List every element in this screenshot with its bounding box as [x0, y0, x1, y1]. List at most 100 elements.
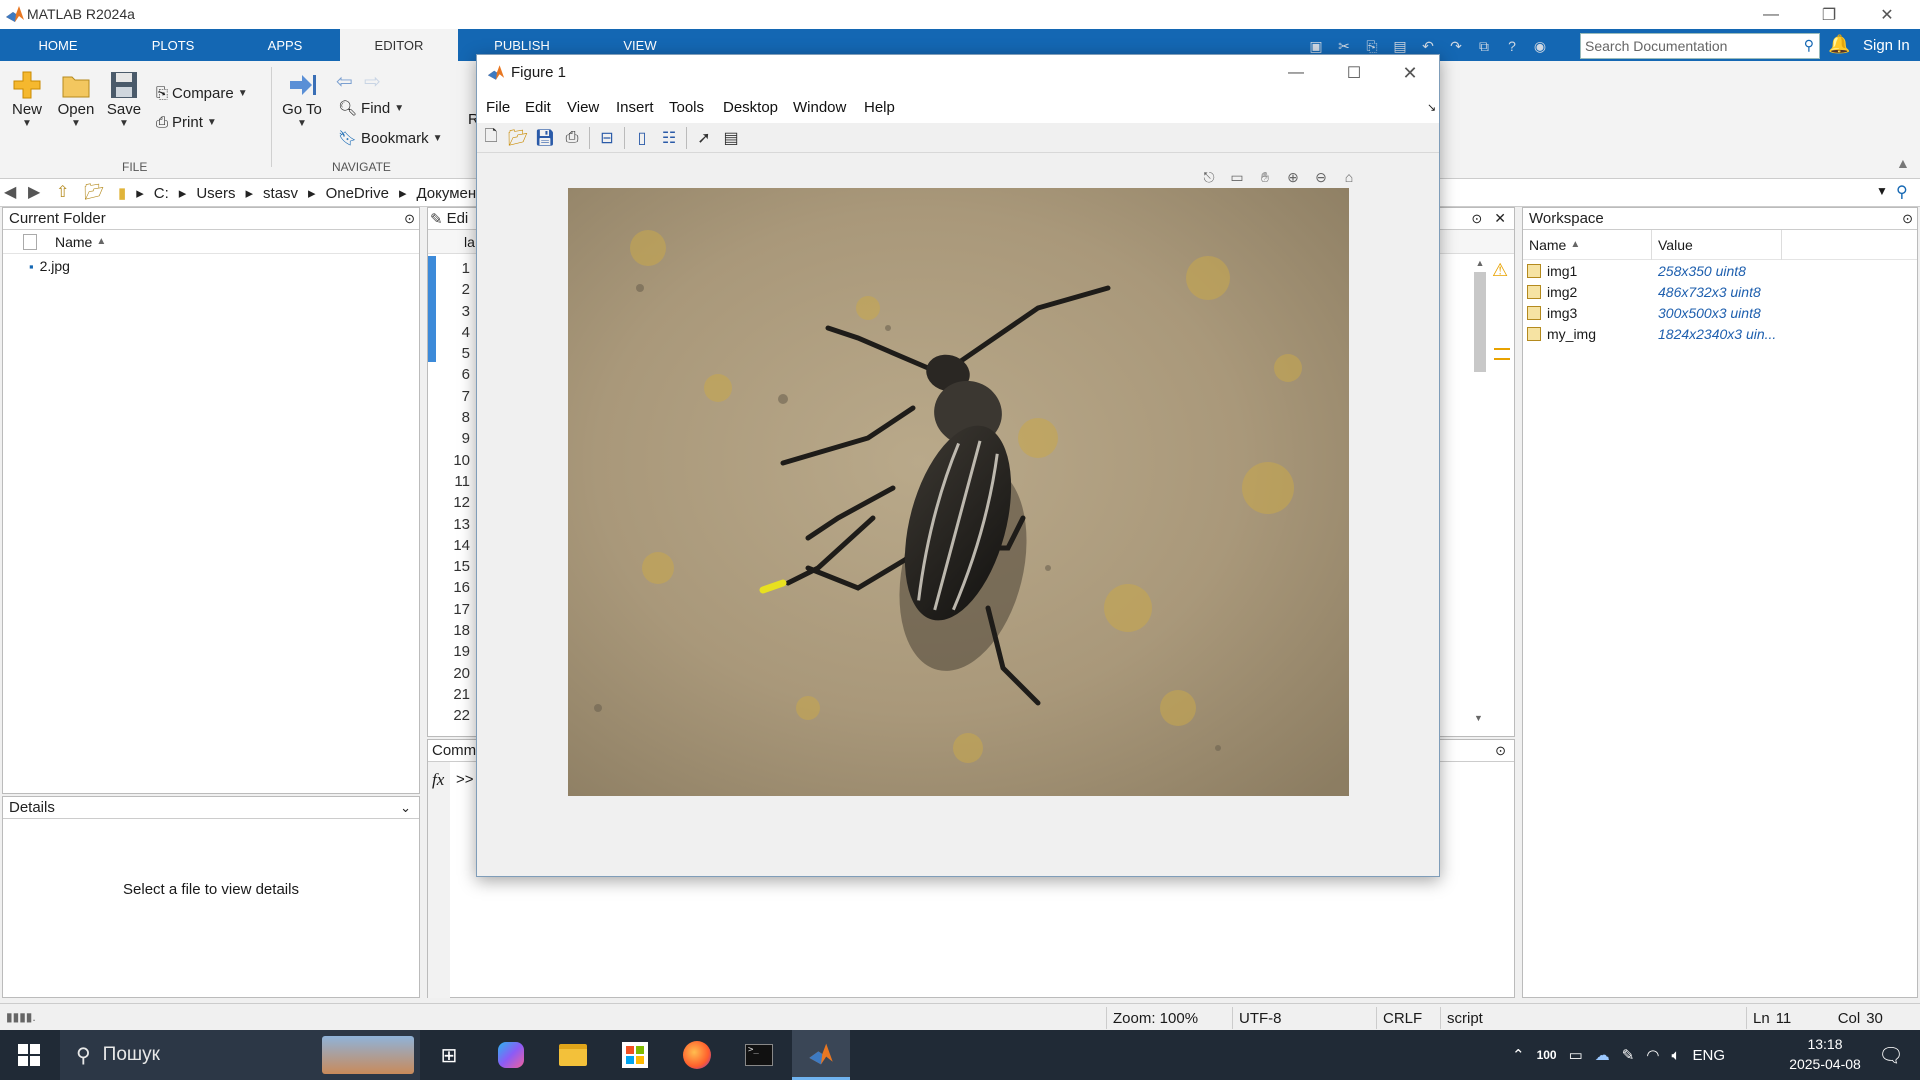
notification-bell-icon[interactable]: 🔔 — [1828, 34, 1850, 55]
clock[interactable]: 13:18 2025-04-08 — [1782, 1034, 1868, 1074]
search-icon[interactable]: ⚲ — [1804, 37, 1814, 54]
breadcrumb-item[interactable]: Users — [196, 185, 235, 202]
tab-editor[interactable]: EDITOR — [340, 29, 458, 61]
menu-window[interactable]: Window — [793, 99, 846, 116]
new-dropdown-icon[interactable]: ▼ — [22, 118, 32, 129]
dock-figure-icon[interactable]: ↘ — [1427, 101, 1436, 114]
open-file-icon[interactable]: 📂︎ — [506, 126, 530, 150]
scrollbar-thumb[interactable] — [1474, 272, 1486, 372]
chevron-down-icon[interactable]: ⌄ — [400, 800, 411, 816]
figure-image-axes[interactable] — [568, 188, 1349, 796]
input-language[interactable]: ENG — [1692, 1047, 1725, 1064]
export-icon[interactable]: ⎋ — [1197, 165, 1221, 189]
forward-icon[interactable]: ▶ — [28, 182, 40, 202]
terminal-icon[interactable]: >_ — [730, 1030, 788, 1080]
print-button[interactable]: ⎙ Print ▼ — [156, 114, 217, 131]
breadcrumb-item[interactable]: OneDrive — [326, 185, 389, 202]
scroll-up-icon[interactable]: ▲ — [1468, 258, 1492, 268]
data-tips-icon[interactable]: ▭ — [1225, 165, 1249, 189]
panel-menu-icon[interactable]: ⊙ — [1495, 743, 1506, 759]
name-column-header[interactable]: Name ▲ — [1523, 229, 1652, 260]
collapse-ribbon-icon[interactable]: ▲ — [1896, 155, 1910, 171]
edit-plot-arrow-icon[interactable]: ➚ — [692, 126, 716, 150]
firefox-icon[interactable] — [668, 1030, 726, 1080]
insert-colorbar-icon[interactable]: ▯ — [630, 126, 654, 150]
forward-arrow-icon[interactable]: ⇨ — [364, 69, 381, 94]
table-row[interactable]: img2 486x732x3 uint8 — [1523, 281, 1917, 302]
sign-in-link[interactable]: Sign In — [1863, 37, 1910, 54]
breadcrumb-item[interactable]: C: — [154, 185, 169, 202]
file-name[interactable]: 2.jpg — [40, 258, 70, 274]
zoom-in-icon[interactable]: ⊕ — [1281, 165, 1305, 189]
link-plot-icon[interactable]: ⊟ — [595, 126, 619, 150]
pan-hand-icon[interactable]: ✋︎ — [1253, 165, 1277, 189]
editor-scrollbar[interactable]: ▲ ▼ — [1468, 258, 1492, 728]
table-row[interactable]: img1 258x350 uint8 — [1523, 260, 1917, 281]
scroll-down-icon[interactable]: ▼ — [1474, 713, 1483, 723]
breadcrumb-item[interactable]: stasv — [263, 185, 298, 202]
switch-windows-icon[interactable]: ⧉ — [1473, 35, 1495, 57]
save-button[interactable]: Save ▼ — [104, 69, 144, 129]
print-dropdown-icon[interactable]: ▼ — [207, 117, 217, 128]
panel-menu-icon[interactable]: ⊙ — [404, 211, 415, 227]
up-folder-icon[interactable]: ⇧ — [56, 182, 69, 202]
figure-close-button[interactable]: ✕ — [1381, 58, 1439, 88]
compare-dropdown-icon[interactable]: ▼ — [238, 88, 248, 99]
minimize-button[interactable]: — — [1742, 0, 1800, 29]
volume-icon[interactable]: 🔈︎ — [1671, 1047, 1680, 1064]
save-figure-icon[interactable]: 💾︎ — [533, 126, 557, 150]
tab-plots[interactable]: PLOTS — [116, 29, 230, 61]
name-column-header[interactable]: Name — [55, 234, 92, 250]
chevron-up-icon[interactable]: ⌃ — [1512, 1046, 1525, 1064]
close-button[interactable]: ✕ — [1858, 0, 1916, 29]
insert-legend-icon[interactable]: ☷ — [657, 126, 681, 150]
search-folder-icon[interactable]: ⚲ — [1896, 182, 1908, 202]
device-icon[interactable]: ▭ — [1569, 1046, 1583, 1064]
redo-icon[interactable]: ↷ — [1445, 35, 1467, 57]
community-icon[interactable]: ◉ — [1529, 35, 1551, 57]
bookmark-button[interactable]: 🔖︎ Bookmark ▼ — [338, 129, 443, 148]
open-dropdown-icon[interactable]: ▼ — [71, 118, 81, 129]
new-button[interactable]: New ▼ — [8, 69, 46, 129]
figure-maximize-button[interactable]: ☐ — [1325, 58, 1383, 88]
new-figure-icon[interactable]: 🗋 — [479, 126, 503, 150]
restore-button[interactable]: ❐ — [1800, 0, 1858, 29]
home-icon[interactable]: ⌂ — [1337, 165, 1361, 189]
menu-insert[interactable]: Insert — [616, 99, 654, 116]
command-prompt[interactable]: >> — [456, 771, 474, 788]
table-row[interactable]: img3 300x500x3 uint8 — [1523, 302, 1917, 323]
fx-icon[interactable]: fx — [432, 770, 444, 790]
code-analyzer-marker-icon[interactable] — [1494, 348, 1510, 360]
matlab-taskbar-icon[interactable] — [792, 1030, 850, 1080]
zoom-out-icon[interactable]: ⊖ — [1309, 165, 1333, 189]
list-item[interactable]: ▪ 2.jpg — [3, 254, 419, 278]
editor-file-tab[interactable]: la — [464, 234, 475, 250]
save-dropdown-icon[interactable]: ▼ — [119, 118, 129, 129]
breadcrumb-item[interactable]: Докумен — [416, 185, 476, 202]
panel-menu-icon[interactable]: ⊙ — [1902, 211, 1913, 227]
find-button[interactable]: 🔍︎ Find ▼ — [338, 99, 404, 118]
task-view-icon[interactable]: ⊞ — [420, 1030, 478, 1080]
goto-dropdown-icon[interactable]: ▼ — [297, 118, 307, 129]
menu-file[interactable]: File — [486, 99, 510, 116]
address-dropdown-icon[interactable]: ▼ — [1876, 184, 1888, 198]
copilot-icon[interactable] — [482, 1030, 540, 1080]
table-row[interactable]: my_img 1824x2340x3 uin... — [1523, 323, 1917, 344]
battery-level[interactable]: 100 — [1537, 1048, 1557, 1062]
tab-apps[interactable]: APPS — [230, 29, 340, 61]
menu-help[interactable]: Help — [864, 99, 895, 116]
wifi-icon[interactable]: ◠ — [1646, 1046, 1659, 1064]
tab-home[interactable]: HOME — [0, 29, 116, 61]
print-figure-icon[interactable]: ⎙ — [560, 126, 584, 150]
taskbar-search-box[interactable]: ⚲ Пошук — [60, 1030, 420, 1080]
menu-edit[interactable]: Edit — [525, 99, 551, 116]
back-icon[interactable]: ◀ — [4, 182, 16, 202]
bookmark-dropdown-icon[interactable]: ▼ — [433, 133, 443, 144]
property-inspector-icon[interactable]: ▤ — [719, 126, 743, 150]
help-icon[interactable]: ? — [1501, 35, 1523, 57]
goto-button[interactable]: Go To ▼ — [280, 69, 324, 129]
compare-button[interactable]: ⎘ Compare ▼ — [156, 85, 248, 102]
store-icon[interactable] — [606, 1030, 664, 1080]
file-explorer-icon[interactable] — [544, 1030, 602, 1080]
menu-tools[interactable]: Tools — [669, 99, 704, 116]
